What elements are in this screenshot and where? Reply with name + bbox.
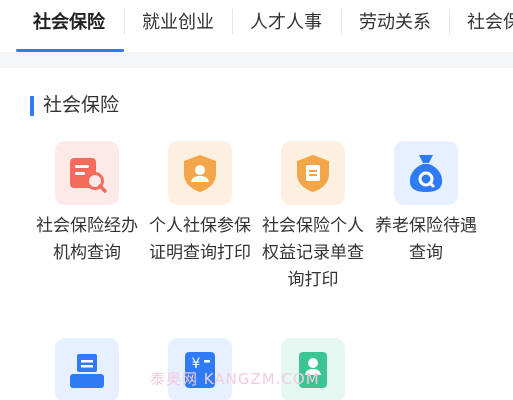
service-label: 社会保险经办机构查询 <box>36 216 138 263</box>
service-print[interactable] <box>29 338 145 400</box>
service-org-query[interactable]: 社会保险经办机构查询 <box>29 141 145 267</box>
watermark: 泰奥网 KANGZM.COM <box>150 370 320 388</box>
active-tab-indicator <box>16 49 124 52</box>
tab-divider <box>341 9 342 35</box>
service-label: 个人社保参保证明查询打印 <box>149 216 251 263</box>
section-title: 社会保险 <box>43 94 120 116</box>
tab-divider <box>232 9 233 35</box>
tab-social-insurance[interactable]: 社会保险 <box>33 0 105 52</box>
service-rights-record[interactable]: 社会保险个人权益记录单查询打印 <box>255 141 371 294</box>
shield-document-icon <box>281 141 345 205</box>
printer-icon <box>55 338 119 400</box>
document-search-icon <box>55 141 119 205</box>
tab-divider <box>124 9 125 35</box>
service-pension-query[interactable]: 养老保险待遇查询 <box>368 141 484 267</box>
tab-labor-relations[interactable]: 劳动关系 <box>359 0 431 52</box>
tab-social-insurance-2[interactable]: 社会保 <box>467 0 513 52</box>
service-label: 养老保险待遇查询 <box>375 216 477 263</box>
section-accent-bar <box>30 96 34 116</box>
tab-divider <box>449 9 450 35</box>
service-label: 社会保险个人权益记录单查询打印 <box>262 216 364 290</box>
tab-talent-personnel[interactable]: 人才人事 <box>250 0 322 52</box>
tab-employment[interactable]: 就业创业 <box>142 0 214 52</box>
service-insurance-proof[interactable]: 个人社保参保证明查询打印 <box>142 141 258 267</box>
money-bag-icon <box>394 141 458 205</box>
category-tab-bar: 社会保险 就业创业 人才人事 劳动关系 社会保 <box>0 0 513 52</box>
shield-person-icon <box>168 141 232 205</box>
